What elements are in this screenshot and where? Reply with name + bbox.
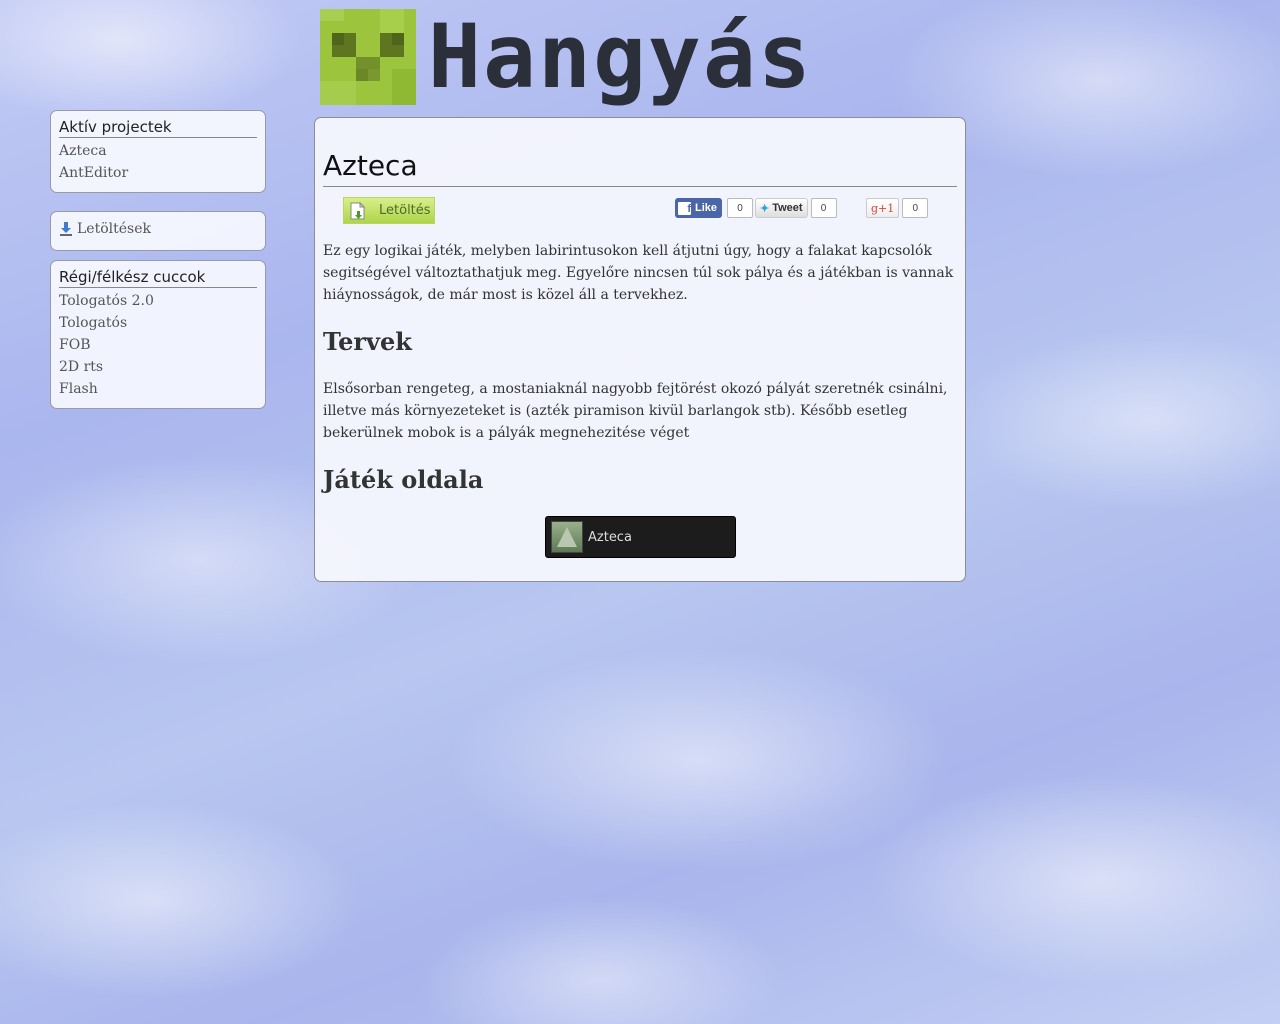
facebook-like-button[interactable]: f Like: [675, 198, 723, 218]
game-page-link[interactable]: Azteca: [545, 516, 736, 558]
old-projects-title: Régi/félkész cuccok: [59, 268, 257, 288]
sidebar-item-tologatos-2[interactable]: Tologatós 2.0: [59, 290, 257, 312]
old-projects-box: Régi/félkész cuccok Tologatós 2.0 Tologa…: [50, 260, 266, 409]
sidebar-item-azteca[interactable]: Azteca: [59, 140, 257, 162]
active-projects-box: Aktív projectek Azteca AntEditor: [50, 110, 266, 193]
active-projects-list: Azteca AntEditor: [59, 140, 257, 184]
sidebar-item-tologatos[interactable]: Tologatós: [59, 312, 257, 334]
download-icon: [60, 222, 72, 236]
twitter-bird-icon: ✦: [760, 202, 770, 215]
google-plus-button[interactable]: g +1: [866, 198, 900, 218]
downloads-box: Letöltések: [50, 211, 266, 251]
active-projects-title: Aktív projectek: [59, 118, 257, 138]
page-title: Azteca: [323, 146, 957, 187]
google-plus-icon: g: [871, 201, 879, 215]
google-plus-widget: g +1 0: [866, 197, 929, 219]
tweet-count: 0: [810, 198, 837, 218]
downloads-label: Letöltések: [77, 221, 151, 237]
facebook-icon: f: [678, 201, 691, 215]
old-projects-list: Tologatós 2.0 Tologatós FOB 2D rts Flash: [59, 290, 257, 400]
facebook-like-label: Like: [695, 202, 718, 214]
site-logo-text: Hangyás: [428, 5, 813, 108]
plans-paragraph: Elsősorban rengeteg, a mostaniaknál nagy…: [323, 381, 948, 441]
tweet-label: Tweet: [772, 202, 803, 214]
google-plus-label: +1: [878, 201, 895, 215]
game-page-heading: Játék oldala: [323, 465, 484, 494]
downloads-link[interactable]: Letöltések: [59, 219, 257, 239]
plans-heading: Tervek: [323, 327, 412, 356]
game-page-link-label: Azteca: [588, 529, 632, 545]
facebook-like-widget: f Like 0: [675, 197, 754, 219]
sidebar-item-fob[interactable]: FOB: [59, 334, 257, 356]
tweet-button[interactable]: ✦ Tweet: [755, 198, 808, 218]
sidebar-item-flash[interactable]: Flash: [59, 378, 257, 400]
twitter-tweet-widget: ✦ Tweet 0: [755, 197, 837, 219]
creeper-face-icon: [320, 9, 416, 105]
pyramid-thumbnail-icon: [551, 521, 583, 553]
download-button-label: Letöltés: [379, 203, 431, 218]
sidebar-item-2d-rts[interactable]: 2D rts: [59, 356, 257, 378]
intro-paragraph: Ez egy logikai játék, melyben labirintus…: [323, 243, 954, 303]
main-content-panel: Azteca Letöltés f Like 0 ✦ Tweet 0 g +1 0…: [314, 117, 966, 582]
facebook-like-count: 0: [727, 198, 754, 218]
sidebar-item-anteditor[interactable]: AntEditor: [59, 162, 257, 184]
document-download-icon: [350, 201, 366, 219]
download-button[interactable]: Letöltés: [343, 197, 435, 224]
google-plus-count: 0: [902, 198, 929, 218]
